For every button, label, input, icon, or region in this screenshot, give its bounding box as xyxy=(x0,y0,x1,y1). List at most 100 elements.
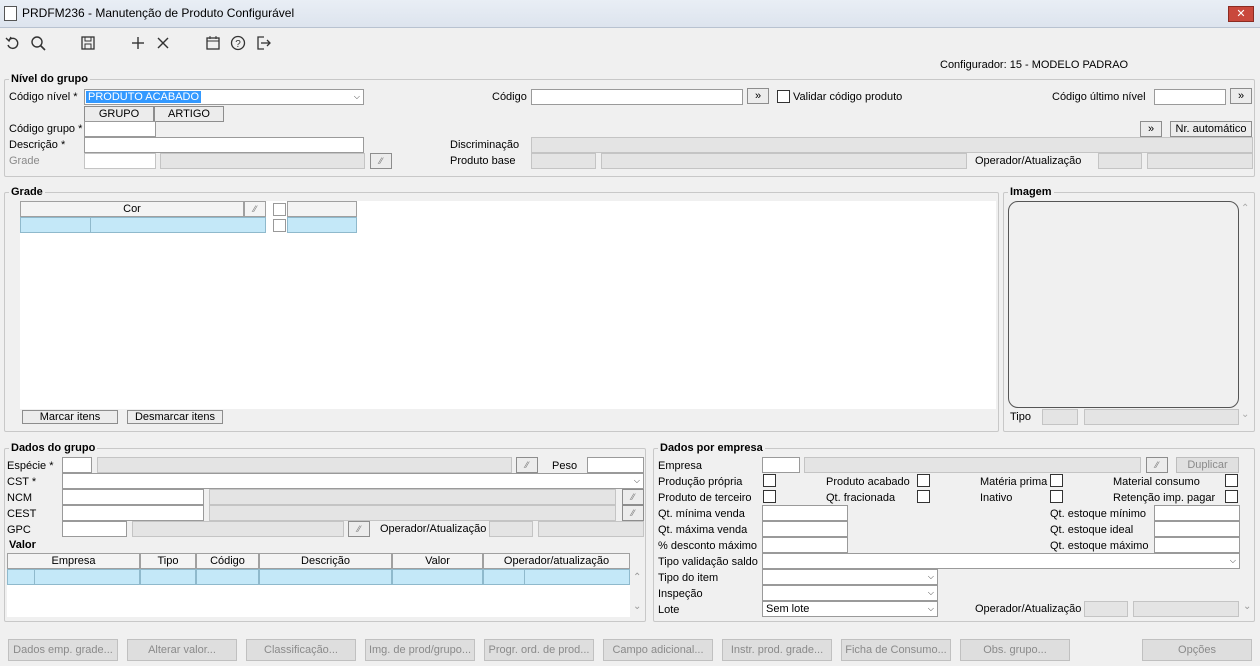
qt-fracionada-checkbox[interactable] xyxy=(917,490,930,503)
cest-lookup-icon[interactable]: ⁄⁄ xyxy=(622,505,644,521)
scroll-down-icon[interactable]: ⌄ xyxy=(1243,601,1251,612)
produto-terceiro-checkbox[interactable] xyxy=(763,490,776,503)
nr-automatico-button[interactable]: Nr. automático xyxy=(1170,121,1252,137)
help-icon[interactable]: ? xyxy=(228,33,248,53)
descricao-input[interactable] xyxy=(84,137,364,153)
empresa-input[interactable] xyxy=(762,457,800,473)
undo-icon[interactable] xyxy=(3,33,23,53)
validar-checkbox[interactable] xyxy=(777,90,790,103)
instr-prod-grade-button[interactable]: Instr. prod. grade... xyxy=(722,639,832,661)
codigo-ultimo-input[interactable] xyxy=(1154,89,1226,105)
especie-input[interactable] xyxy=(62,457,92,473)
scroll-down-icon[interactable]: ⌄ xyxy=(1241,409,1249,420)
qt-min-venda-input[interactable] xyxy=(762,505,848,521)
tipo-validacao-select[interactable]: ⌵ xyxy=(762,553,1240,569)
img-prod-grupo-button[interactable]: Img. de prod/grupo... xyxy=(365,639,475,661)
gpc-lookup-icon[interactable]: ⁄⁄ xyxy=(348,521,370,537)
cest-input[interactable] xyxy=(62,505,204,521)
save-icon[interactable] xyxy=(78,33,98,53)
empresa-lookup-icon[interactable]: ⁄⁄ xyxy=(1146,457,1168,473)
especie-lookup-icon[interactable]: ⁄⁄ xyxy=(516,457,538,473)
qt-est-min-input[interactable] xyxy=(1154,505,1240,521)
retencao-checkbox[interactable] xyxy=(1225,490,1238,503)
peso-input[interactable] xyxy=(587,457,644,473)
calendar-icon[interactable] xyxy=(203,33,223,53)
codigo-nivel-select[interactable]: PRODUTO ACABADO ⌵ xyxy=(84,89,364,105)
qt-est-ideal-input[interactable] xyxy=(1154,521,1240,537)
dados-emp-grade-button[interactable]: Dados emp. grade... xyxy=(8,639,118,661)
delete-icon[interactable] xyxy=(153,33,173,53)
add-icon[interactable] xyxy=(128,33,148,53)
grid-cell[interactable] xyxy=(287,217,357,233)
grid-cell[interactable] xyxy=(524,569,630,585)
inspecao-select[interactable]: ⌵ xyxy=(762,585,938,601)
cor-lookup-icon[interactable]: ⁄⁄ xyxy=(244,201,266,217)
qt-max-venda-input[interactable] xyxy=(762,521,848,537)
chevron-down-icon: ⌵ xyxy=(927,604,934,613)
progr-ord-prod-button[interactable]: Progr. ord. de prod... xyxy=(484,639,594,661)
qt-min-venda-label: Qt. mínima venda xyxy=(658,508,745,520)
obs-grupo-button[interactable]: Obs. grupo... xyxy=(960,639,1070,661)
grid-cell[interactable] xyxy=(259,569,392,585)
material-consumo-checkbox[interactable] xyxy=(1225,474,1238,487)
ncm-input[interactable] xyxy=(62,489,204,505)
grid-cell[interactable] xyxy=(140,569,196,585)
tipo-validacao-label: Tipo validação saldo xyxy=(658,556,758,568)
qt-max-venda-label: Qt. máxima venda xyxy=(658,524,748,536)
exit-icon[interactable] xyxy=(253,33,273,53)
desconto-input[interactable] xyxy=(762,537,848,553)
produto-acabado-checkbox[interactable] xyxy=(917,474,930,487)
ficha-consumo-button[interactable]: Ficha de Consumo... xyxy=(841,639,951,661)
search-icon[interactable] xyxy=(28,33,48,53)
grid-cell[interactable] xyxy=(392,569,483,585)
alterar-valor-button[interactable]: Alterar valor... xyxy=(127,639,237,661)
tab-artigo[interactable]: ARTIGO xyxy=(154,106,224,122)
grid-cell[interactable] xyxy=(483,569,525,585)
grid-cell[interactable] xyxy=(20,217,91,233)
scroll-up-icon[interactable]: ⌃ xyxy=(633,572,641,583)
scroll-up-icon[interactable]: ⌃ xyxy=(1241,203,1249,214)
qt-est-max-input[interactable] xyxy=(1154,537,1240,553)
empresa-operador-field xyxy=(1084,601,1128,617)
campo-adicional-button[interactable]: Campo adicional... xyxy=(603,639,713,661)
cst-select[interactable]: ⌵ xyxy=(62,473,644,489)
materia-prima-label: Matéria prima xyxy=(980,476,1048,488)
cst-label: CST * xyxy=(7,476,37,488)
atualizacao-field xyxy=(1147,153,1253,169)
ncm-lookup-icon[interactable]: ⁄⁄ xyxy=(622,489,644,505)
codigo-input[interactable] xyxy=(531,89,743,105)
marcar-itens-button[interactable]: Marcar itens xyxy=(22,410,118,424)
empresa-label: Empresa xyxy=(658,460,703,472)
codigo-lookup-button[interactable]: » xyxy=(747,88,769,104)
producao-propria-checkbox[interactable] xyxy=(763,474,776,487)
select-all-checkbox[interactable] xyxy=(273,203,286,216)
grid-cell[interactable] xyxy=(34,569,140,585)
grupo-lookup-button[interactable]: » xyxy=(1140,121,1162,137)
gpc-input[interactable] xyxy=(62,521,127,537)
nivel-legend: Nível do grupo xyxy=(11,73,88,85)
lote-value: Sem lote xyxy=(766,603,810,615)
produto-base-desc xyxy=(601,153,967,169)
duplicar-button[interactable]: Duplicar xyxy=(1176,457,1239,473)
desmarcar-itens-button[interactable]: Desmarcar itens xyxy=(127,410,223,424)
grid-cell[interactable] xyxy=(196,569,259,585)
tab-grupo[interactable]: GRUPO xyxy=(84,106,154,122)
classificacao-button[interactable]: Classificação... xyxy=(246,639,356,661)
codigo-grupo-input[interactable] xyxy=(84,121,156,137)
lote-label: Lote xyxy=(658,604,680,616)
grade-lookup-icon: ⁄⁄ xyxy=(370,153,392,169)
row-checkbox[interactable] xyxy=(273,219,286,232)
grid-cell[interactable] xyxy=(7,569,35,585)
lote-select[interactable]: Sem lote ⌵ xyxy=(762,601,938,617)
inativo-checkbox[interactable] xyxy=(1050,490,1063,503)
grid-cell[interactable] xyxy=(90,217,266,233)
scroll-down-icon[interactable]: ⌄ xyxy=(633,601,641,612)
window-title: PRDFM236 - Manutenção de Produto Configu… xyxy=(22,6,295,20)
codigo-ultimo-lookup-button[interactable]: » xyxy=(1230,88,1252,104)
svg-text:?: ? xyxy=(235,39,241,50)
close-button[interactable]: ✕ xyxy=(1228,6,1254,22)
tipo-item-select[interactable]: ⌵ xyxy=(762,569,938,585)
materia-prima-checkbox[interactable] xyxy=(1050,474,1063,487)
opcoes-button[interactable]: Opções xyxy=(1142,639,1252,661)
dados-grupo-legend: Dados do grupo xyxy=(11,442,96,454)
